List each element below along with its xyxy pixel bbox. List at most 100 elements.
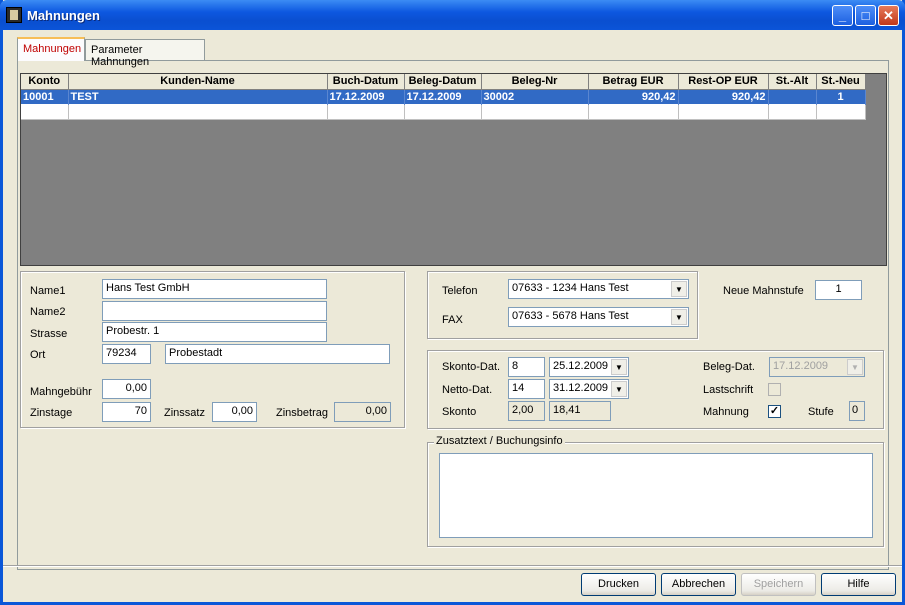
cell-kunden-name[interactable]: TEST: [68, 89, 328, 105]
cell-beleg-nr[interactable]: 30002: [481, 89, 589, 105]
col-buch-datum[interactable]: Buch-Datum: [327, 74, 405, 90]
mahngebuehr-label: Mahngebühr: [30, 386, 92, 398]
skonto-amount-field: 18,41: [549, 401, 611, 421]
cell-rest-op[interactable]: 920,42: [678, 89, 769, 105]
maximize-button[interactable]: □: [855, 5, 876, 26]
zinsbetrag-label: Zinsbetrag: [276, 407, 328, 419]
chevron-down-icon[interactable]: ▼: [671, 281, 687, 297]
cell-beleg-datum[interactable]: 17.12.2009: [404, 89, 482, 105]
col-kunden-name[interactable]: Kunden-Name: [68, 74, 328, 90]
ort-label: Ort: [30, 349, 46, 361]
skonto-days-field[interactable]: 8: [508, 357, 545, 377]
netto-days-field[interactable]: 14: [508, 379, 545, 399]
cell-empty[interactable]: [588, 104, 679, 120]
tab-mahnungen[interactable]: Mahnungen: [17, 37, 85, 61]
name2-field[interactable]: [102, 301, 327, 321]
mahnungen-window: Mahnungen _ □ ✕ Mahnungen Parameter Mahn…: [0, 0, 905, 605]
skonto-date-combo[interactable]: 25.12.2009 ▼: [549, 357, 629, 377]
chevron-down-icon[interactable]: ▼: [611, 359, 627, 375]
mahngebuehr-field[interactable]: 0,00: [102, 379, 151, 399]
cell-empty[interactable]: [404, 104, 482, 120]
fax-value: 07633 - 5678 Hans Test: [512, 310, 629, 322]
speichern-button: Speichern: [741, 573, 816, 596]
cell-konto[interactable]: 10001: [21, 89, 69, 105]
chevron-down-icon[interactable]: ▼: [611, 381, 627, 397]
close-icon: ✕: [883, 8, 894, 23]
cell-buch-datum[interactable]: 17.12.2009: [327, 89, 405, 105]
mahnungen-grid[interactable]: Konto Kunden-Name Buch-Datum Beleg-Datum…: [20, 73, 887, 266]
chevron-down-icon[interactable]: ▼: [671, 309, 687, 325]
hilfe-button[interactable]: Hilfe: [821, 573, 896, 596]
beleg-dat-label: Beleg-Dat.: [703, 361, 755, 373]
col-st-alt[interactable]: St.-Alt: [768, 74, 817, 90]
minimize-button[interactable]: _: [832, 5, 853, 26]
col-st-neu[interactable]: St.-Neu: [816, 74, 866, 90]
tab-parameter-mahnungen[interactable]: Parameter Mahnungen: [85, 39, 205, 68]
neue-mahnstufe-label: Neue Mahnstufe: [723, 285, 804, 297]
stufe-field: 0: [849, 401, 865, 421]
name1-label: Name1: [30, 285, 66, 297]
cell-st-neu[interactable]: 1: [816, 89, 866, 105]
netto-date-value: 31.12.2009: [553, 382, 609, 394]
col-beleg-nr[interactable]: Beleg-Nr: [481, 74, 589, 90]
telefon-label: Telefon: [442, 285, 478, 297]
name2-label: Name2: [30, 306, 66, 318]
netto-dat-label: Netto-Dat.: [442, 384, 493, 396]
netto-date-combo[interactable]: 31.12.2009 ▼: [549, 379, 629, 399]
cell-st-alt[interactable]: [768, 89, 817, 105]
fax-combo[interactable]: 07633 - 5678 Hans Test ▼: [508, 307, 689, 327]
skonto-dat-label: Skonto-Dat.: [442, 361, 501, 373]
cell-empty[interactable]: [68, 104, 328, 120]
zusatztext-title: Zusatztext / Buchungsinfo: [434, 435, 565, 447]
cell-empty[interactable]: [21, 104, 69, 120]
minimize-icon: _: [838, 8, 847, 23]
bottom-separator: [3, 565, 902, 567]
name1-field[interactable]: Hans Test GmbH: [102, 279, 327, 299]
grid-header-row: Konto Kunden-Name Buch-Datum Beleg-Datum…: [21, 74, 866, 90]
chevron-down-icon: ▼: [847, 359, 863, 375]
col-beleg-datum[interactable]: Beleg-Datum: [404, 74, 482, 90]
cell-empty[interactable]: [816, 104, 866, 120]
col-rest-op-eur[interactable]: Rest-OP EUR: [678, 74, 769, 90]
col-betrag-eur[interactable]: Betrag EUR: [588, 74, 679, 90]
drucken-button[interactable]: Drucken: [581, 573, 656, 596]
ort-field[interactable]: Probestadt: [165, 344, 390, 364]
cell-empty[interactable]: [678, 104, 769, 120]
grid-table: Konto Kunden-Name Buch-Datum Beleg-Datum…: [21, 74, 866, 120]
zusatztext-textarea[interactable]: [439, 453, 873, 538]
zinssatz-label: Zinssatz: [164, 407, 205, 419]
zinstage-label: Zinstage: [30, 407, 73, 419]
skonto-label: Skonto: [442, 406, 477, 418]
mahnung-label: Mahnung: [703, 406, 749, 418]
table-row-empty[interactable]: [21, 104, 866, 120]
strasse-label: Strasse: [30, 328, 68, 340]
zinstage-field[interactable]: 70: [102, 402, 151, 422]
table-row[interactable]: 10001 TEST 17.12.2009 17.12.2009 30002 9…: [21, 89, 866, 105]
cell-empty[interactable]: [327, 104, 405, 120]
maximize-icon: □: [861, 8, 870, 23]
telefon-combo[interactable]: 07633 - 1234 Hans Test ▼: [508, 279, 689, 299]
abbrechen-button[interactable]: Abbrechen: [661, 573, 736, 596]
mahnung-checkbox[interactable]: ✓: [768, 405, 781, 418]
checkmark-icon: ✓: [769, 405, 780, 417]
lastschrift-label: Lastschrift: [703, 384, 754, 396]
lastschrift-checkbox: [768, 383, 781, 396]
title-bar[interactable]: Mahnungen _ □ ✕: [0, 0, 905, 30]
skonto-date-value: 25.12.2009: [553, 360, 609, 372]
zinssatz-field[interactable]: 0,00: [212, 402, 257, 422]
cell-empty[interactable]: [481, 104, 589, 120]
close-button[interactable]: ✕: [878, 5, 899, 26]
beleg-dat-value: 17.12.2009: [773, 360, 829, 372]
beleg-dat-combo: 17.12.2009 ▼: [769, 357, 865, 377]
col-konto[interactable]: Konto: [21, 74, 69, 90]
plz-field[interactable]: 79234: [102, 344, 151, 364]
zinsbetrag-field: 0,00: [334, 402, 391, 422]
skonto-pct-field: 2,00: [508, 401, 545, 421]
strasse-field[interactable]: Probestr. 1: [102, 322, 327, 342]
cell-betrag[interactable]: 920,42: [588, 89, 679, 105]
app-icon: [6, 7, 22, 23]
telefon-value: 07633 - 1234 Hans Test: [512, 282, 629, 294]
stufe-label: Stufe: [808, 406, 834, 418]
neue-mahnstufe-field[interactable]: 1: [815, 280, 862, 300]
cell-empty[interactable]: [768, 104, 817, 120]
